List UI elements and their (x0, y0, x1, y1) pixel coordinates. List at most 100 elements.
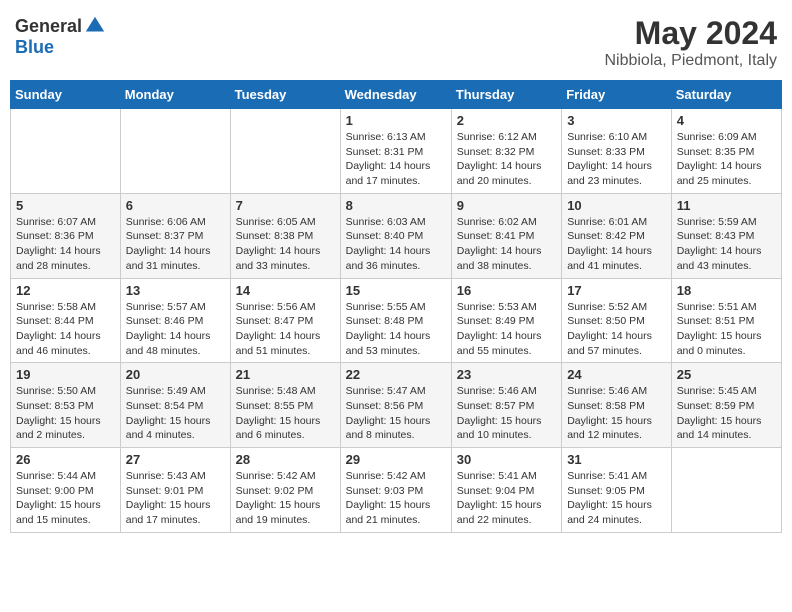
day-info: Sunrise: 6:06 AM Sunset: 8:37 PM Dayligh… (126, 215, 225, 274)
day-info: Sunrise: 5:58 AM Sunset: 8:44 PM Dayligh… (16, 300, 115, 359)
day-number: 7 (236, 198, 335, 213)
day-number: 31 (567, 452, 666, 467)
calendar-cell: 27 Sunrise: 5:43 AM Sunset: 9:01 PM Dayli… (120, 448, 230, 533)
calendar-cell: 25 Sunrise: 5:45 AM Sunset: 8:59 PM Dayli… (671, 363, 781, 448)
calendar-cell: 23 Sunrise: 5:46 AM Sunset: 8:57 PM Dayli… (451, 363, 561, 448)
day-info: Sunrise: 5:44 AM Sunset: 9:00 PM Dayligh… (16, 469, 115, 528)
day-number: 23 (457, 367, 556, 382)
header-row: SundayMondayTuesdayWednesdayThursdayFrid… (11, 81, 782, 109)
day-info: Sunrise: 6:07 AM Sunset: 8:36 PM Dayligh… (16, 215, 115, 274)
week-row-3: 19 Sunrise: 5:50 AM Sunset: 8:53 PM Dayli… (11, 363, 782, 448)
calendar-cell: 26 Sunrise: 5:44 AM Sunset: 9:00 PM Dayli… (11, 448, 121, 533)
day-info: Sunrise: 5:59 AM Sunset: 8:43 PM Dayligh… (677, 215, 776, 274)
day-info: Sunrise: 6:05 AM Sunset: 8:38 PM Dayligh… (236, 215, 335, 274)
day-info: Sunrise: 5:53 AM Sunset: 8:49 PM Dayligh… (457, 300, 556, 359)
calendar-cell: 14Sunrise: 5:56 AM Sunset: 8:47 PM Dayli… (230, 278, 340, 363)
day-info: Sunrise: 5:42 AM Sunset: 9:02 PM Dayligh… (236, 469, 335, 528)
calendar-table: SundayMondayTuesdayWednesdayThursdayFrid… (10, 80, 782, 533)
day-number: 4 (677, 113, 776, 128)
day-number: 1 (346, 113, 446, 128)
day-number: 14 (236, 283, 335, 298)
title-area: May 2024 Nibbiola, Piedmont, Italy (604, 15, 777, 70)
col-header-tuesday: Tuesday (230, 81, 340, 109)
day-number: 3 (567, 113, 666, 128)
day-info: Sunrise: 6:01 AM Sunset: 8:42 PM Dayligh… (567, 215, 666, 274)
day-number: 21 (236, 367, 335, 382)
day-number: 26 (16, 452, 115, 467)
month-title: May 2024 (604, 15, 777, 52)
calendar-cell (11, 109, 121, 194)
day-number: 28 (236, 452, 335, 467)
day-info: Sunrise: 5:50 AM Sunset: 8:53 PM Dayligh… (16, 384, 115, 443)
day-info: Sunrise: 6:10 AM Sunset: 8:33 PM Dayligh… (567, 130, 666, 189)
day-info: Sunrise: 6:09 AM Sunset: 8:35 PM Dayligh… (677, 130, 776, 189)
day-info: Sunrise: 5:55 AM Sunset: 8:48 PM Dayligh… (346, 300, 446, 359)
day-info: Sunrise: 5:52 AM Sunset: 8:50 PM Dayligh… (567, 300, 666, 359)
day-info: Sunrise: 5:51 AM Sunset: 8:51 PM Dayligh… (677, 300, 776, 359)
day-number: 11 (677, 198, 776, 213)
day-number: 10 (567, 198, 666, 213)
calendar-cell: 4 Sunrise: 6:09 AM Sunset: 8:35 PM Daylig… (671, 109, 781, 194)
calendar-cell: 29 Sunrise: 5:42 AM Sunset: 9:03 PM Dayli… (340, 448, 451, 533)
day-number: 19 (16, 367, 115, 382)
col-header-saturday: Saturday (671, 81, 781, 109)
calendar-cell: 24Sunrise: 5:46 AM Sunset: 8:58 PM Dayli… (562, 363, 672, 448)
day-number: 5 (16, 198, 115, 213)
header: General Blue May 2024 Nibbiola, Piedmont… (10, 10, 782, 70)
calendar-cell: 8Sunrise: 6:03 AM Sunset: 8:40 PM Daylig… (340, 193, 451, 278)
logo-icon (84, 15, 106, 37)
calendar-cell: 21 Sunrise: 5:48 AM Sunset: 8:55 PM Dayli… (230, 363, 340, 448)
day-info: Sunrise: 5:42 AM Sunset: 9:03 PM Dayligh… (346, 469, 446, 528)
calendar-cell (671, 448, 781, 533)
calendar-cell: 30Sunrise: 5:41 AM Sunset: 9:04 PM Dayli… (451, 448, 561, 533)
day-number: 17 (567, 283, 666, 298)
day-number: 29 (346, 452, 446, 467)
week-row-1: 5 Sunrise: 6:07 AM Sunset: 8:36 PM Daylig… (11, 193, 782, 278)
day-number: 27 (126, 452, 225, 467)
day-info: Sunrise: 5:48 AM Sunset: 8:55 PM Dayligh… (236, 384, 335, 443)
day-info: Sunrise: 6:12 AM Sunset: 8:32 PM Dayligh… (457, 130, 556, 189)
week-row-2: 12Sunrise: 5:58 AM Sunset: 8:44 PM Dayli… (11, 278, 782, 363)
calendar-cell: 22 Sunrise: 5:47 AM Sunset: 8:56 PM Dayli… (340, 363, 451, 448)
day-number: 9 (457, 198, 556, 213)
calendar-cell: 28 Sunrise: 5:42 AM Sunset: 9:02 PM Dayli… (230, 448, 340, 533)
day-number: 24 (567, 367, 666, 382)
week-row-0: 1 Sunrise: 6:13 AM Sunset: 8:31 PM Daylig… (11, 109, 782, 194)
calendar-cell: 11 Sunrise: 5:59 AM Sunset: 8:43 PM Dayli… (671, 193, 781, 278)
day-number: 15 (346, 283, 446, 298)
day-number: 20 (126, 367, 225, 382)
day-number: 6 (126, 198, 225, 213)
day-info: Sunrise: 5:49 AM Sunset: 8:54 PM Dayligh… (126, 384, 225, 443)
day-info: Sunrise: 5:46 AM Sunset: 8:57 PM Dayligh… (457, 384, 556, 443)
day-info: Sunrise: 6:02 AM Sunset: 8:41 PM Dayligh… (457, 215, 556, 274)
day-number: 18 (677, 283, 776, 298)
calendar-cell: 15 Sunrise: 5:55 AM Sunset: 8:48 PM Dayli… (340, 278, 451, 363)
calendar-cell: 17 Sunrise: 5:52 AM Sunset: 8:50 PM Dayli… (562, 278, 672, 363)
col-header-monday: Monday (120, 81, 230, 109)
calendar-cell: 5 Sunrise: 6:07 AM Sunset: 8:36 PM Daylig… (11, 193, 121, 278)
calendar-cell: 19 Sunrise: 5:50 AM Sunset: 8:53 PM Dayli… (11, 363, 121, 448)
day-info: Sunrise: 5:43 AM Sunset: 9:01 PM Dayligh… (126, 469, 225, 528)
logo-general: General (15, 16, 82, 37)
week-row-4: 26 Sunrise: 5:44 AM Sunset: 9:00 PM Dayli… (11, 448, 782, 533)
col-header-wednesday: Wednesday (340, 81, 451, 109)
day-info: Sunrise: 6:13 AM Sunset: 8:31 PM Dayligh… (346, 130, 446, 189)
calendar-cell (230, 109, 340, 194)
day-info: Sunrise: 5:45 AM Sunset: 8:59 PM Dayligh… (677, 384, 776, 443)
day-info: Sunrise: 5:47 AM Sunset: 8:56 PM Dayligh… (346, 384, 446, 443)
calendar-cell: 1 Sunrise: 6:13 AM Sunset: 8:31 PM Daylig… (340, 109, 451, 194)
col-header-thursday: Thursday (451, 81, 561, 109)
day-number: 25 (677, 367, 776, 382)
calendar-cell: 31Sunrise: 5:41 AM Sunset: 9:05 PM Dayli… (562, 448, 672, 533)
calendar-cell: 6 Sunrise: 6:06 AM Sunset: 8:37 PM Daylig… (120, 193, 230, 278)
day-number: 22 (346, 367, 446, 382)
calendar-cell: 18 Sunrise: 5:51 AM Sunset: 8:51 PM Dayli… (671, 278, 781, 363)
calendar-cell: 2 Sunrise: 6:12 AM Sunset: 8:32 PM Daylig… (451, 109, 561, 194)
calendar-cell: 16 Sunrise: 5:53 AM Sunset: 8:49 PM Dayli… (451, 278, 561, 363)
calendar-cell: 9 Sunrise: 6:02 AM Sunset: 8:41 PM Daylig… (451, 193, 561, 278)
day-number: 8 (346, 198, 446, 213)
day-number: 2 (457, 113, 556, 128)
calendar-cell (120, 109, 230, 194)
day-number: 16 (457, 283, 556, 298)
day-info: Sunrise: 5:41 AM Sunset: 9:04 PM Dayligh… (457, 469, 556, 528)
